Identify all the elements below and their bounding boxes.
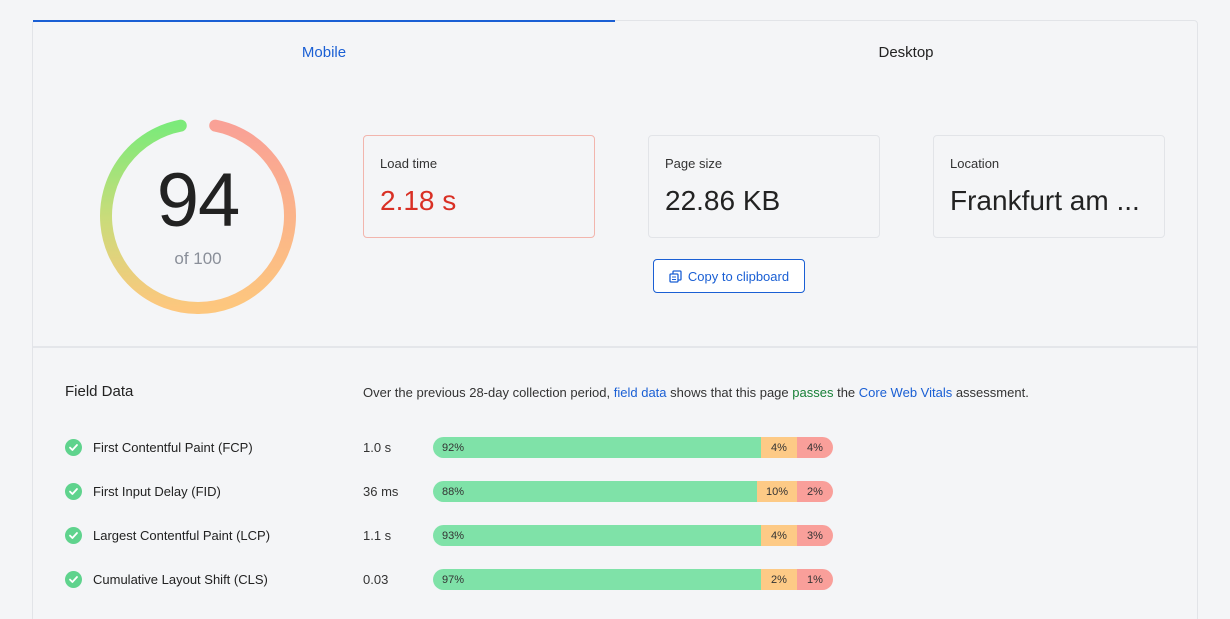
score-gauge: 94 of 100 — [93, 111, 303, 321]
field-data-description: Over the previous 28-day collection peri… — [363, 385, 1029, 400]
location-box: Location Frankfurt am ... — [933, 135, 1165, 238]
good-segment: 93% — [433, 525, 761, 546]
load-time-value: 2.18 s — [380, 185, 457, 216]
field-data-title: Field Data — [65, 383, 134, 400]
load-time-label: Load time — [380, 156, 438, 171]
metric-name: Largest Contentful Paint (LCP) — [93, 528, 271, 543]
metric-name: First Input Delay (FID) — [93, 484, 221, 499]
desc-text-4: assessment. — [952, 385, 1029, 400]
copy-icon — [669, 269, 682, 283]
device-tabs: Mobile Desktop — [33, 20, 1197, 83]
load-time-box: Load time 2.18 s — [363, 135, 595, 238]
metric-name: Cumulative Layout Shift (CLS) — [93, 572, 268, 587]
needs-improvement-segment: 2% — [761, 569, 797, 590]
needs-improvement-segment: 4% — [761, 525, 797, 546]
metric-row: Largest Contentful Paint (LCP) 1.1 s 93% 4%… — [65, 525, 865, 547]
tab-desktop[interactable]: Desktop — [615, 21, 1197, 83]
page-size-value: 22.86 KB — [665, 185, 781, 216]
poor-segment: 2% — [797, 481, 833, 502]
page-size-label: Page size — [665, 156, 723, 171]
distribution-bar: 97% 2% 1% — [433, 569, 833, 590]
distribution-bar: 88% 10% 2% — [433, 481, 833, 502]
location-value: Frankfurt am ... — [950, 185, 1140, 216]
core-web-vitals-link[interactable]: Core Web Vitals — [859, 385, 952, 400]
good-segment: 92% — [433, 437, 761, 458]
metric-value: 1.1 s — [363, 528, 392, 543]
page-size-box: Page size 22.86 KB — [648, 135, 880, 238]
assessment-status: passes — [792, 385, 834, 400]
desc-text-2: shows that this page — [666, 385, 793, 400]
section-divider — [33, 346, 1197, 348]
metric-row: Cumulative Layout Shift (CLS) 0.03 97% 2% 1% — [65, 569, 865, 591]
location-label: Location — [950, 156, 1000, 171]
results-card: Mobile Desktop 94 of 100 Load time 2.18 … — [32, 20, 1198, 619]
desc-text-3: the — [833, 385, 859, 400]
poor-segment: 1% — [797, 569, 833, 590]
tab-mobile[interactable]: Mobile — [33, 20, 615, 83]
check-circle-icon — [65, 527, 82, 544]
score-max: of 100 — [174, 249, 222, 268]
needs-improvement-segment: 10% — [757, 481, 797, 502]
check-circle-icon — [65, 571, 82, 588]
check-circle-icon — [65, 439, 82, 456]
copy-button-label: Copy to clipboard — [687, 268, 790, 284]
needs-improvement-segment: 4% — [761, 437, 797, 458]
poor-segment: 3% — [797, 525, 833, 546]
metric-value: 1.0 s — [363, 440, 392, 455]
good-segment: 97% — [433, 569, 761, 590]
good-segment: 88% — [433, 481, 757, 502]
metric-row: First Contentful Paint (FCP) 1.0 s 92% 4% 4% — [65, 437, 865, 459]
distribution-bar: 93% 4% 3% — [433, 525, 833, 546]
check-circle-icon — [65, 483, 82, 500]
copy-to-clipboard-button[interactable]: Copy to clipboard — [653, 259, 805, 293]
metric-value: 36 ms — [363, 484, 399, 499]
metric-row: First Input Delay (FID) 36 ms 88% 10% 2% — [65, 481, 865, 503]
poor-segment: 4% — [797, 437, 833, 458]
metric-value: 0.03 — [363, 572, 389, 587]
score-value: 94 — [156, 158, 241, 243]
field-data-link[interactable]: field data — [614, 385, 667, 400]
metric-name: First Contentful Paint (FCP) — [93, 440, 253, 455]
desc-text-1: Over the previous 28-day collection peri… — [363, 385, 614, 400]
distribution-bar: 92% 4% 4% — [433, 437, 833, 458]
